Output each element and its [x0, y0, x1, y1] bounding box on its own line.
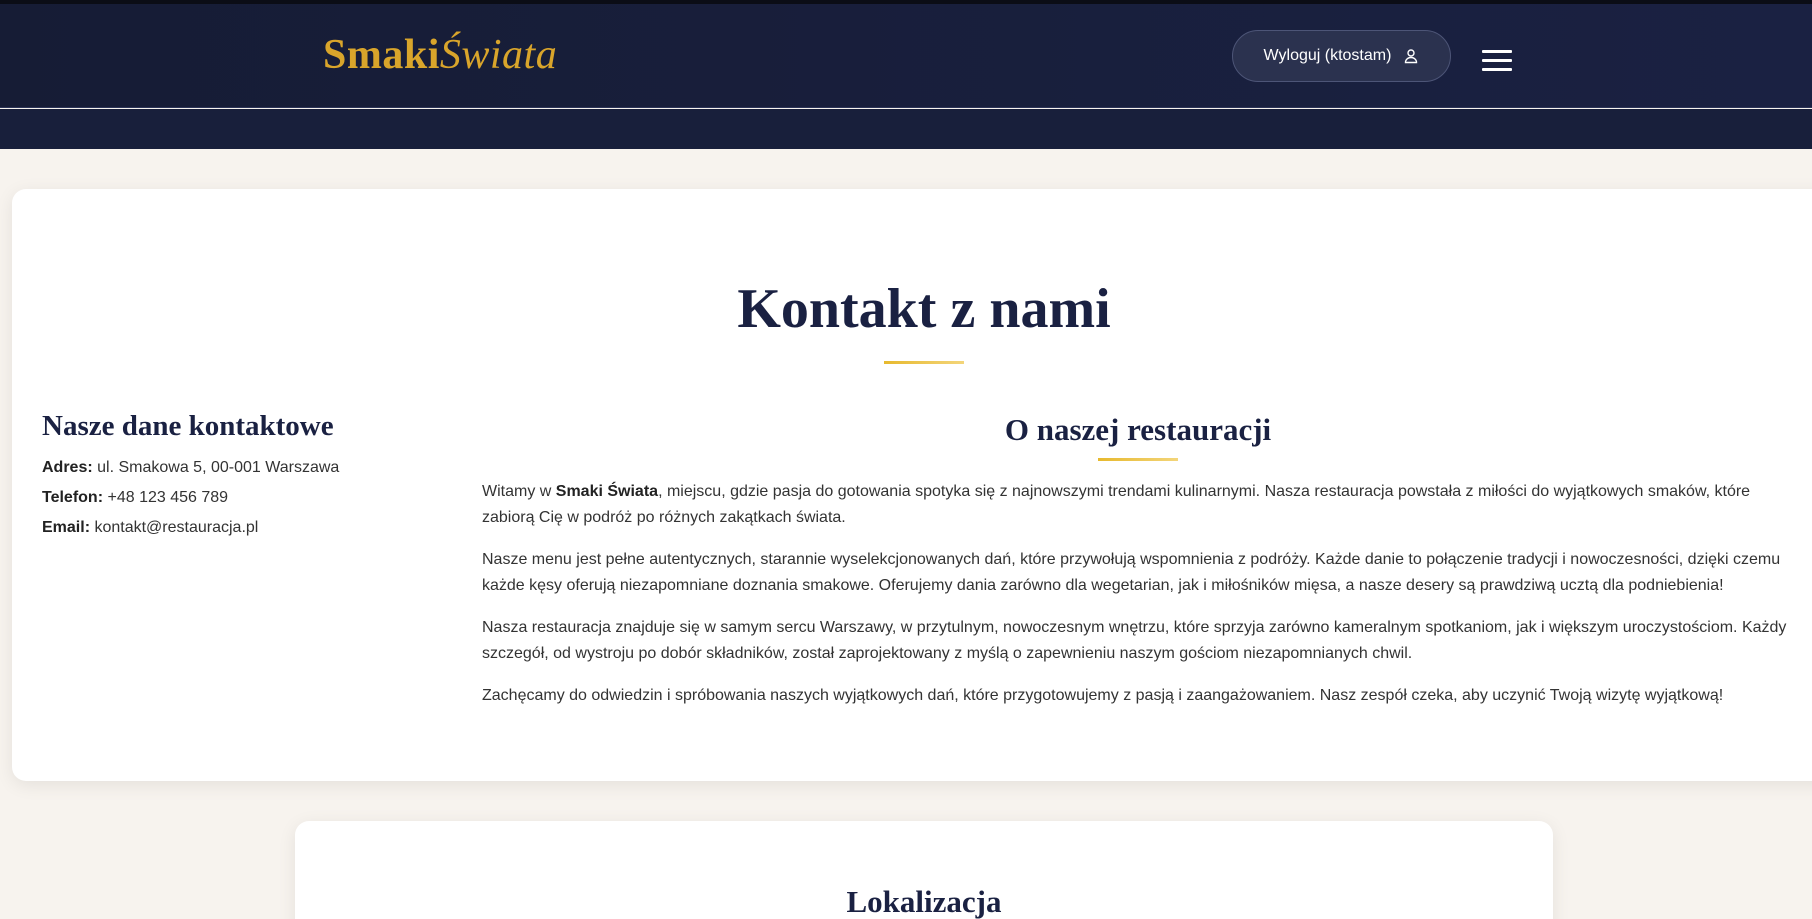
header-banner [0, 109, 1812, 149]
email-label: Email: [42, 519, 91, 536]
about-underline [1098, 458, 1178, 461]
location-heading: Lokalizacja [846, 884, 1002, 919]
logo-text-smaki: Smaki [323, 32, 440, 78]
phone-value[interactable]: +48 123 456 789 [103, 489, 228, 506]
about-paragraph-1: Witamy w Smaki Świata, miejscu, gdzie pa… [482, 479, 1794, 531]
about-heading: O naszej restauracji [1004, 412, 1272, 447]
menu-bar-bottom [1482, 68, 1512, 71]
logo-text-swiata: Świata [439, 32, 558, 78]
about-paragraph-2: Nasze menu jest pełne autentycznych, sta… [482, 551, 1781, 594]
site-header: SmakiŚwiata Wyloguj (ktostam) [0, 4, 1812, 108]
hamburger-menu-icon[interactable] [1482, 50, 1512, 72]
menu-bar-middle [1482, 59, 1512, 62]
about-paragraph-3: Nasza restauracja znajduje się w samym s… [482, 619, 1787, 662]
about-section: O naszej restauracji Witamy w Smaki Świa… [482, 412, 1794, 725]
about-paragraph-4: Zachęcamy do odwiedzin i spróbowania nas… [482, 687, 1724, 704]
page-title: Kontakt z nami [737, 278, 1111, 340]
about-p1-rest: , miejscu, gdzie pasja do gotowania spot… [482, 483, 1751, 526]
address-label: Adres: [42, 459, 93, 476]
address-value: ul. Smakowa 5, 00-001 Warszawa [92, 459, 340, 476]
email-line: Email: kontakt@restauracja.pl [42, 517, 462, 547]
phone-line: Telefon: +48 123 456 789 [42, 487, 462, 517]
menu-bar-top [1482, 50, 1512, 53]
logout-button-label: Wyloguj (ktostam) [1263, 47, 1392, 64]
page-title-wrap: Kontakt z nami [600, 277, 1248, 341]
title-underline [884, 361, 964, 364]
email-value[interactable]: kontakt@restauracja.pl [90, 519, 258, 536]
site-logo[interactable]: SmakiŚwiata [323, 31, 557, 79]
phone-label: Telefon: [42, 489, 104, 506]
address-line: Adres: ul. Smakowa 5, 00-001 Warszawa [42, 457, 462, 487]
about-p1-brand: Smaki Świata [555, 483, 659, 500]
contact-heading: Nasze dane kontaktowe [42, 410, 334, 442]
user-icon [1405, 49, 1418, 64]
contact-info: Nasze dane kontaktowe Adres: ul. Smakowa… [42, 410, 462, 547]
about-p1-intro: Witamy w [482, 483, 556, 500]
logout-button[interactable]: Wyloguj (ktostam) [1232, 30, 1451, 82]
